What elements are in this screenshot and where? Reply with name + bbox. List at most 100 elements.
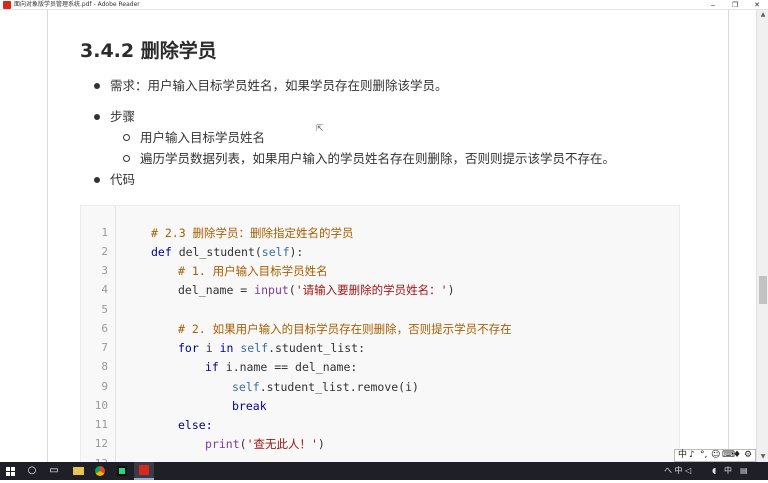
bullet-circle-icon <box>123 155 130 162</box>
ime-emoji-icon[interactable]: ☺ <box>711 450 720 461</box>
code-keyword: for <box>178 341 199 355</box>
notification-icon[interactable]: ▤ <box>740 462 760 480</box>
page-edge-right <box>728 10 729 462</box>
code-text: ( <box>239 437 247 451</box>
code-line-7: for i in self.student_list: <box>178 341 365 355</box>
code-line-4: del_name = input('请输入要删除的学员姓名：') <box>178 283 455 297</box>
chrome-icon[interactable] <box>90 462 110 480</box>
code-string: '查无此人！' <box>246 437 318 451</box>
section-heading: 3.4.2 删除学员 <box>80 40 217 62</box>
scroll-up-icon[interactable]: ▲ <box>757 10 768 20</box>
code-line-6: # 2. 如果用户输入的目标学员存在则删除，否则提示学员不存在 <box>178 322 512 336</box>
pdf-document-view[interactable]: 3.4.2 删除学员 需求：用户输入目标学员姓名，如果学员存在则删除该学员。 步… <box>0 10 756 462</box>
line-number: 10 <box>94 399 108 412</box>
windows-logo-icon <box>6 467 10 471</box>
line-number: 8 <box>101 360 108 373</box>
code-text: ) <box>317 437 325 451</box>
bullet-code: 代码 <box>110 172 136 187</box>
line-number: 1 <box>101 226 108 239</box>
windows-logo-icon <box>6 472 10 476</box>
sub-bullet-step-1: 用户输入目标学员姓名 <box>140 130 266 145</box>
code-self: self <box>261 245 290 259</box>
adobe-reader-task-icon[interactable] <box>134 462 154 480</box>
line-number-gutter: 1 2 3 4 5 6 7 8 9 10 11 12 13 <box>81 206 116 462</box>
code-comment: # 1. 用户输入目标学员姓名 <box>178 264 328 278</box>
code-self: self <box>232 380 260 394</box>
window-titlebar: 面向对象版学员管理系统.pdf - Adobe Reader ‒ ❐ ✕ <box>0 0 768 10</box>
code-line-1: # 2.3 删除学员：删除指定姓名的学员 <box>151 226 354 240</box>
close-button[interactable]: ✕ <box>746 0 768 10</box>
ime-voice-icon[interactable]: ♪ <box>689 450 695 461</box>
code-keyword: break <box>232 399 267 413</box>
scroll-down-icon[interactable]: ▼ <box>757 452 768 462</box>
line-number: 7 <box>101 341 108 354</box>
code-block: 1 2 3 4 5 6 7 8 9 10 11 12 13 # 2.3 删除学员… <box>80 205 680 462</box>
bullet-circle-icon <box>123 134 130 141</box>
task-view-icon[interactable]: ▭ <box>44 462 64 480</box>
line-number: 12 <box>94 437 108 450</box>
code-text: .student_list.remove(i) <box>259 380 419 394</box>
line-number: 3 <box>101 264 108 277</box>
windows-logo-icon <box>11 467 15 471</box>
file-explorer-icon[interactable] <box>68 462 88 480</box>
code-builtin: print <box>205 437 240 451</box>
code-line-2: def del_student(self): <box>151 245 303 259</box>
window-title: 面向对象版学员管理系统.pdf - Adobe Reader <box>14 1 140 8</box>
code-self: self <box>240 341 269 355</box>
system-tray[interactable]: へ 中 ◁ <box>664 462 691 480</box>
code-keyword: in <box>219 341 234 355</box>
code-text: ) <box>447 283 455 297</box>
bullet-steps: 步骤 <box>110 109 136 124</box>
code-builtin: input <box>254 283 289 297</box>
code-text: ( <box>288 283 296 297</box>
search-icon[interactable]: ○ <box>22 462 42 480</box>
vertical-scrollbar[interactable]: ▲ ▼ <box>756 10 768 462</box>
ime-toolbar[interactable]: 中 ♪ °, ☺ ⌨ ♦ ⚙ <box>674 449 756 462</box>
code-text: del_name = <box>178 283 255 297</box>
windows-logo-icon <box>11 472 15 476</box>
code-text: i <box>198 341 220 355</box>
code-keyword: def <box>151 245 172 259</box>
line-number: 11 <box>94 418 108 431</box>
code-comment: # 2.3 删除学员：删除指定姓名的学员 <box>151 226 354 240</box>
code-comment: # 2. 如果用户输入的目标学员存在则删除，否则提示学员不存在 <box>178 322 512 336</box>
code-text: i.name == del_name: <box>218 360 358 374</box>
restore-button[interactable]: ❐ <box>724 0 746 10</box>
ime-skin-icon[interactable]: ♦ <box>733 450 741 461</box>
code-line-11: else: <box>178 418 213 432</box>
start-button[interactable] <box>0 462 20 480</box>
minimize-button[interactable]: ‒ <box>702 0 724 10</box>
sub-bullet-step-2: 遍历学员数据列表，如果用户输入的学员姓名存在则删除，否则则提示该学员不存在。 <box>140 151 616 166</box>
speaker-icon[interactable]: ◖ <box>712 462 716 480</box>
code-string: '请输入要删除的学员姓名：' <box>295 283 448 297</box>
page-edge-left <box>47 10 48 462</box>
pycharm-icon[interactable] <box>112 462 132 480</box>
taskbar: ○ ▭ へ 中 ◁ ◖ 中 ▤ <box>0 462 768 480</box>
code-line-3: # 1. 用户输入目标学员姓名 <box>178 264 328 278</box>
scroll-thumb[interactable] <box>759 276 767 304</box>
code-keyword: else: <box>178 418 213 432</box>
line-number: 5 <box>101 303 108 316</box>
line-number: 4 <box>101 283 108 296</box>
code-keyword: if <box>205 360 219 374</box>
code-line-9: self.student_list.remove(i) <box>232 380 419 394</box>
line-number: 6 <box>101 322 108 335</box>
code-line-10: break <box>232 399 267 413</box>
code-line-8: if i.name == del_name: <box>205 360 357 374</box>
bullet-dot-icon <box>94 83 100 89</box>
line-number: 9 <box>101 380 108 393</box>
adobe-reader-icon <box>3 1 11 9</box>
bullet-dot-icon <box>94 114 100 120</box>
ime-punct-icon[interactable]: °, <box>700 450 707 461</box>
ime-logo-icon[interactable]: 中 <box>678 450 687 461</box>
ime-settings-icon[interactable]: ⚙ <box>744 450 752 461</box>
code-line-12: print('查无此人！') <box>205 437 325 451</box>
line-number: 2 <box>101 245 108 258</box>
mouse-cursor-icon: ⇱ <box>316 124 324 134</box>
ime-mode-indicator[interactable]: 中 <box>724 462 732 480</box>
code-text: .student_list: <box>268 341 365 355</box>
bullet-dot-icon <box>94 177 100 183</box>
bullet-requirement: 需求：用户输入目标学员姓名，如果学员存在则删除该学员。 <box>110 78 448 93</box>
code-text: del_student( <box>171 245 262 259</box>
code-text: ): <box>289 245 304 259</box>
